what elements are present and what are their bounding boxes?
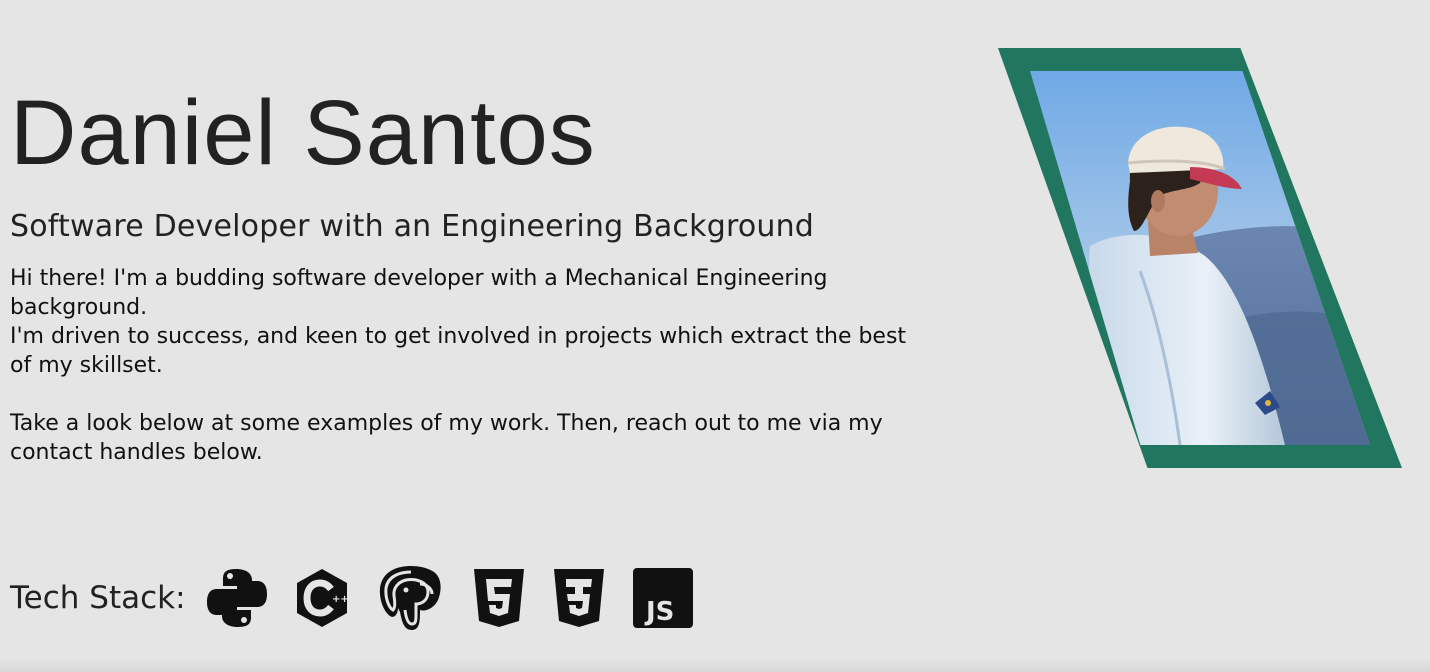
tech-stack: Tech Stack: ++ JS xyxy=(10,562,720,634)
page-title: Daniel Santos xyxy=(10,82,596,184)
bio-text: Hi there! I'm a budding software develop… xyxy=(10,264,930,467)
intro-section: Daniel Santos Software Developer with an… xyxy=(10,78,930,467)
bio-line-3: Take a look below at some examples of my… xyxy=(10,411,883,465)
cplusplus-icon: ++ xyxy=(294,567,350,629)
javascript-icon: JS xyxy=(632,567,694,629)
postgresql-icon xyxy=(376,562,446,634)
bio-line-2: I'm driven to success, and keen to get i… xyxy=(10,324,907,378)
cpp-plus-text: ++ xyxy=(332,594,349,605)
tech-stack-label: Tech Stack: xyxy=(10,580,186,616)
css3-icon xyxy=(552,567,606,629)
bottom-shade xyxy=(0,658,1430,672)
js-text: JS xyxy=(644,597,674,627)
html5-icon xyxy=(472,567,526,629)
bio-line-1: Hi there! I'm a budding software develop… xyxy=(10,266,828,320)
python-icon xyxy=(206,567,268,629)
page-subtitle: Software Developer with an Engineering B… xyxy=(10,209,815,244)
